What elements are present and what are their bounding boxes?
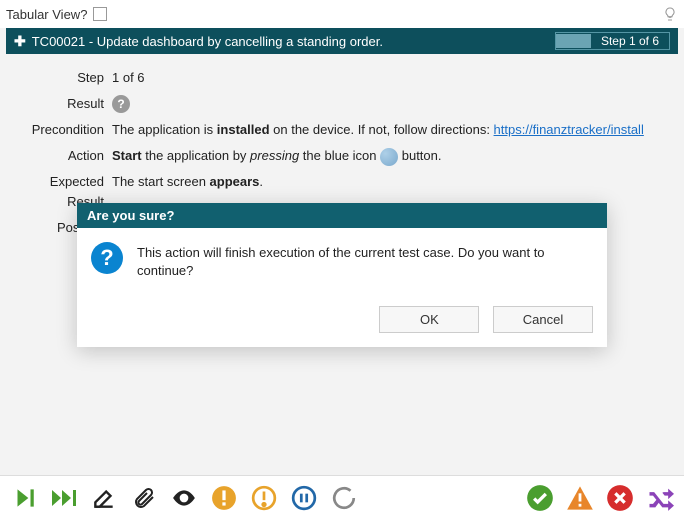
warning-outline-icon[interactable] (250, 484, 278, 512)
pass-icon[interactable] (526, 484, 554, 512)
step-label: Step (12, 68, 112, 88)
warn-triangle-icon[interactable] (566, 484, 594, 512)
view-icon[interactable] (170, 484, 198, 512)
edit-icon[interactable] (90, 484, 118, 512)
result-label: Result (12, 94, 112, 114)
confirm-dialog: Are you sure? This action will finish ex… (77, 203, 607, 347)
step-badge: Step 1 of 6 (591, 33, 669, 49)
tabular-view-checkbox[interactable] (93, 7, 107, 21)
question-icon (91, 242, 123, 274)
install-link[interactable]: https://finanztracker/install (494, 122, 644, 137)
pause-icon[interactable] (290, 484, 318, 512)
dialog-title: Are you sure? (77, 203, 607, 228)
testcase-header[interactable]: ✚ TC00021 - Update dashboard by cancelli… (6, 28, 678, 54)
step-progress: Step 1 of 6 (555, 32, 670, 50)
hint-icon[interactable] (662, 6, 678, 22)
ok-button[interactable]: OK (379, 306, 479, 333)
attachment-icon[interactable] (130, 484, 158, 512)
reload-icon[interactable] (330, 484, 358, 512)
fast-forward-icon[interactable] (50, 484, 78, 512)
globe-icon (380, 148, 398, 166)
precondition-label: Precondition (12, 120, 112, 140)
cancel-button[interactable]: Cancel (493, 306, 593, 333)
warning-filled-icon[interactable] (210, 484, 238, 512)
fail-icon[interactable] (606, 484, 634, 512)
action-label: Action (12, 146, 112, 166)
testcase-title: TC00021 - Update dashboard by cancelling… (32, 34, 383, 49)
tabular-view-label: Tabular View? (6, 7, 87, 22)
shuffle-icon[interactable] (646, 484, 674, 512)
dialog-message: This action will finish execution of the… (137, 242, 593, 280)
precondition-value: The application is installed on the devi… (112, 120, 672, 140)
step-value: 1 of 6 (112, 68, 672, 88)
action-value: Start the application by pressing the bl… (112, 146, 672, 166)
result-help-icon[interactable]: ? (112, 95, 130, 113)
expand-icon[interactable]: ✚ (14, 33, 26, 50)
next-step-icon[interactable] (10, 484, 38, 512)
